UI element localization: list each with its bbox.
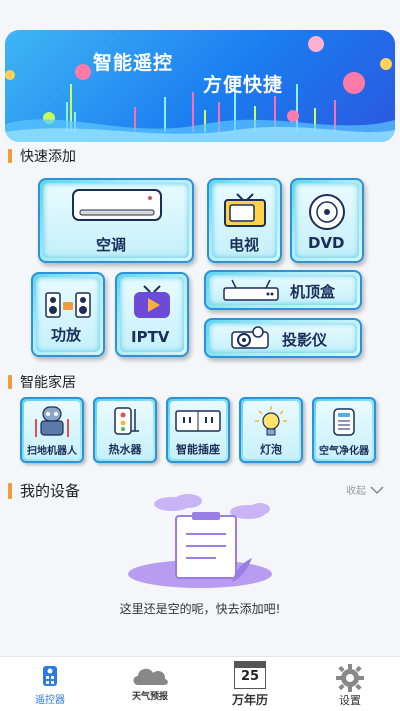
calendar-day: 25: [240, 669, 260, 684]
water-heater-icon: [114, 407, 139, 435]
nav-settings[interactable]: 设置: [300, 657, 400, 711]
banner-title: 智能遥控: [93, 52, 174, 74]
calendar-icon: 25: [234, 661, 266, 689]
smart-home-title: 智能家居: [20, 375, 76, 391]
smart-air-purifier[interactable]: 空气净化器: [312, 397, 376, 463]
banner-bubble: [75, 64, 91, 80]
nav-label: 遥控器: [35, 695, 65, 706]
dvd-icon: [309, 194, 345, 230]
device-label: 电视: [229, 236, 260, 254]
tv-icon: [224, 193, 266, 227]
amplifier-icon: [45, 292, 91, 318]
banner-bubble: [308, 36, 324, 52]
banner-bubble: [343, 72, 365, 94]
nav-label: 万年历: [231, 693, 268, 707]
nav-remote[interactable]: 遥控器: [0, 657, 100, 711]
section-marker: [8, 482, 12, 499]
remote-icon: [43, 666, 57, 686]
bottom-nav: 遥控器 天气预报 25 万年历 设置: [0, 656, 400, 711]
device-air-conditioner[interactable]: 空调: [38, 178, 194, 263]
my-devices-header: 我的设备: [8, 480, 80, 501]
collapse-toggle[interactable]: 收起: [346, 482, 384, 497]
smart-socket[interactable]: 智能插座: [166, 397, 230, 463]
banner-bubble: [5, 70, 15, 80]
empty-illustration: [128, 494, 272, 588]
collapse-label: 收起: [346, 486, 366, 497]
quick-add-header: 快速添加: [8, 146, 76, 166]
device-label: 扫地机器人: [27, 446, 77, 457]
projector-icon: [231, 326, 269, 349]
device-dvd[interactable]: DVD: [290, 178, 364, 263]
robot-vacuum-icon: [35, 406, 69, 437]
device-label: 灯泡: [260, 443, 282, 456]
device-label: 空调: [96, 236, 127, 254]
device-label: 智能插座: [176, 443, 220, 456]
section-marker: [8, 375, 12, 389]
promo-banner[interactable]: 智能遥控 方便快捷: [5, 30, 395, 142]
smart-light-bulb[interactable]: 灯泡: [239, 397, 303, 463]
device-tv[interactable]: 电视: [207, 178, 282, 263]
banner-subtitle: 方便快捷: [203, 74, 284, 96]
air-purifier-icon: [333, 408, 355, 436]
chevron-down-icon: [370, 485, 384, 494]
device-set-top-box[interactable]: 机顶盒: [204, 270, 362, 310]
device-label: DVD: [308, 234, 345, 252]
device-amplifier[interactable]: 功放: [31, 272, 105, 357]
smart-socket-icon: [175, 410, 221, 432]
empty-state-text: 这里还是空的呢，快去添加吧!: [119, 602, 281, 616]
gear-icon: [336, 664, 364, 692]
nav-calendar[interactable]: 25 万年历: [200, 657, 300, 711]
iptv-icon: [134, 285, 170, 318]
nav-weather[interactable]: 天气预报: [100, 657, 200, 711]
device-label: 投影仪: [282, 331, 328, 349]
quick-add-title: 快速添加: [20, 149, 76, 165]
device-label: 热水器: [108, 443, 142, 456]
device-iptv[interactable]: IPTV: [115, 272, 189, 357]
device-label: 机顶盒: [290, 283, 336, 301]
smart-robot-vacuum[interactable]: 扫地机器人: [20, 397, 84, 463]
banner-bubble: [380, 58, 392, 70]
device-label: 功放: [51, 326, 82, 344]
smart-water-heater[interactable]: 热水器: [93, 397, 157, 463]
section-marker: [8, 149, 12, 163]
nav-label: 天气预报: [131, 692, 168, 702]
air-conditioner-icon: [72, 189, 162, 221]
banner-wave: [5, 119, 395, 142]
cloud-icon: [133, 668, 168, 685]
device-label: IPTV: [131, 328, 170, 346]
set-top-box-icon: [223, 279, 279, 301]
my-devices-title: 我的设备: [20, 482, 81, 500]
nav-label: 设置: [339, 694, 361, 707]
device-projector[interactable]: 投影仪: [204, 318, 362, 358]
smart-home-header: 智能家居: [8, 372, 76, 392]
device-label: 空气净化器: [319, 446, 369, 457]
light-bulb-icon: [255, 406, 287, 436]
